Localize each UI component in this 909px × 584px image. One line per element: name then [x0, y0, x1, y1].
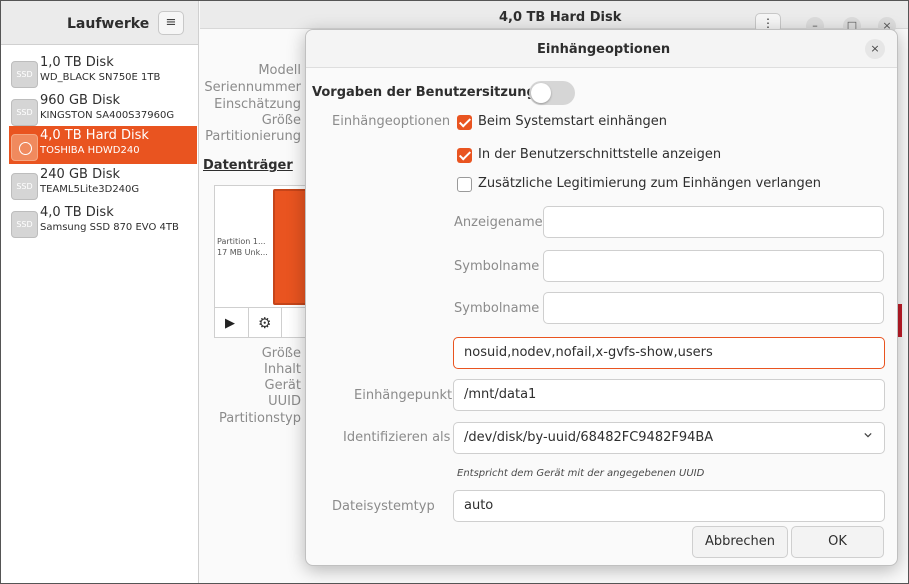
require-auth-label: Zusätzliche Legitimierung zum Einhängen … [478, 176, 821, 191]
sidebar-item-disk[interactable]: SSD 960 GB Disk KINGSTON SA400S37960G [9, 91, 197, 129]
mount-options-label: Einhängeoptionen [332, 114, 451, 129]
filesystem-type-field[interactable]: auto [453, 490, 885, 522]
ssd-icon: SSD [11, 173, 38, 200]
mount-options-dialog: Einhängeoptionen × Vorgaben der Benutzer… [305, 29, 898, 566]
identify-as-label: Identifizieren als [343, 430, 451, 445]
partition-label-size: Größe [261, 346, 301, 361]
dialog-header: Einhängeoptionen × [306, 30, 897, 68]
hamburger-menu-button[interactable]: ≡ [158, 11, 184, 35]
require-auth-checkbox[interactable] [457, 177, 472, 192]
icon-name-label: Symbolname [454, 259, 540, 274]
partition-1-size: 17 MB Unk... [217, 248, 268, 257]
user-session-defaults-label: Vorgaben der Benutzersitzung [312, 85, 536, 100]
show-in-ui-checkbox[interactable] [457, 148, 472, 163]
sidebar: Laufwerke ≡ SSD 1,0 TB Disk WD_BLACK SN7… [1, 1, 199, 583]
chevron-down-icon [864, 432, 872, 438]
identify-as-value: /dev/disk/by-uuid/68482FC9482F94BA [464, 430, 714, 445]
disk-name: 240 GB Disk [40, 167, 120, 182]
info-label-model: Modell [258, 63, 301, 78]
mount-at-startup-checkbox[interactable] [457, 115, 472, 130]
partition-label-device: Gerät [264, 378, 301, 393]
page-title: 4,0 TB Hard Disk [499, 10, 622, 25]
disk-model: TEAML5Lite3D240G [40, 184, 140, 195]
main-header: 4,0 TB Hard Disk ⋮ – □ × [200, 1, 908, 35]
volume-map: Partition 1... 17 MB Unk... ▶ ⚙ [214, 185, 315, 338]
ssd-icon: SSD [11, 211, 38, 238]
volumes-heading: Datenträger [203, 158, 293, 173]
close-icon: × [870, 42, 880, 55]
ssd-icon: SSD [11, 99, 38, 126]
mount-point-field[interactable]: /mnt/data1 [453, 379, 885, 411]
info-label-assessment: Einschätzung [214, 97, 301, 112]
disk-name: 960 GB Disk [40, 93, 120, 108]
hard-disk-icon [11, 134, 38, 161]
info-label-serial: Seriennummer [204, 80, 301, 95]
symbolic-icon-name-field[interactable] [543, 292, 884, 324]
user-session-defaults-toggle[interactable] [529, 81, 575, 105]
partition-label-type: Partitionstyp [219, 411, 301, 426]
sidebar-item-disk[interactable]: SSD 240 GB Disk TEAML5Lite3D240G [9, 165, 197, 203]
sidebar-header: Laufwerke ≡ [1, 1, 198, 45]
disks-app-window: Laufwerke ≡ SSD 1,0 TB Disk WD_BLACK SN7… [0, 0, 909, 584]
sidebar-item-disk[interactable]: SSD 1,0 TB Disk WD_BLACK SN750E 1TB [9, 53, 197, 91]
volume-toolbar: ▶ ⚙ [215, 307, 315, 338]
ssd-icon: SSD [11, 61, 38, 88]
disk-name: 4,0 TB Hard Disk [40, 128, 149, 143]
disk-name: 1,0 TB Disk [40, 55, 114, 70]
display-name-field[interactable] [543, 206, 884, 238]
partition-1-block[interactable]: Partition 1... 17 MB Unk... [215, 186, 273, 306]
show-in-ui-label: In der Benutzerschnittstelle anzeigen [478, 147, 722, 162]
partition-1-label: Partition 1... [217, 237, 266, 246]
cancel-button[interactable]: Abbrechen [692, 526, 788, 558]
mount-point-label: Einhängepunkt [354, 388, 453, 403]
sidebar-item-disk-selected[interactable]: 4,0 TB Hard Disk TOSHIBA HDWD240 [9, 126, 197, 164]
display-name-label: Anzeigename [454, 215, 543, 230]
disk-name: 4,0 TB Disk [40, 205, 114, 220]
mount-at-startup-label: Beim Systemstart einhängen [478, 114, 667, 129]
disk-model: TOSHIBA HDWD240 [40, 145, 140, 156]
disk-model: WD_BLACK SN750E 1TB [40, 72, 161, 83]
sidebar-title: Laufwerke [67, 16, 150, 32]
info-label-size: Größe [261, 113, 301, 128]
kebab-icon: ⋮ [762, 16, 774, 30]
dialog-title: Einhängeoptionen [537, 42, 671, 57]
identify-hint: Entspricht dem Gerät mit der angegebenen… [457, 468, 705, 479]
hamburger-icon: ≡ [165, 15, 177, 30]
mount-options-field[interactable]: nosuid,nodev,nofail,x-gvfs-show,users [453, 337, 885, 369]
filesystem-type-label: Dateisystemtyp [332, 499, 435, 514]
disk-model: KINGSTON SA400S37960G [40, 110, 175, 121]
icon-name-field[interactable] [543, 250, 884, 282]
partition-label-content: Inhalt [264, 362, 301, 377]
symbolic-icon-name-label: Symbolname [454, 301, 540, 316]
gear-icon[interactable]: ⚙ [258, 314, 271, 332]
dialog-close-button[interactable]: × [865, 39, 885, 59]
disk-model: Samsung SSD 870 EVO 4TB [40, 222, 179, 233]
ok-button[interactable]: OK [791, 526, 884, 558]
sidebar-item-disk[interactable]: SSD 4,0 TB Disk Samsung SSD 870 EVO 4TB [9, 203, 197, 241]
play-icon[interactable]: ▶ [225, 316, 235, 331]
partition-label-uuid: UUID [268, 394, 301, 409]
info-label-partitioning: Partitionierung [205, 129, 301, 144]
identify-as-select[interactable]: /dev/disk/by-uuid/68482FC9482F94BA [453, 422, 885, 454]
